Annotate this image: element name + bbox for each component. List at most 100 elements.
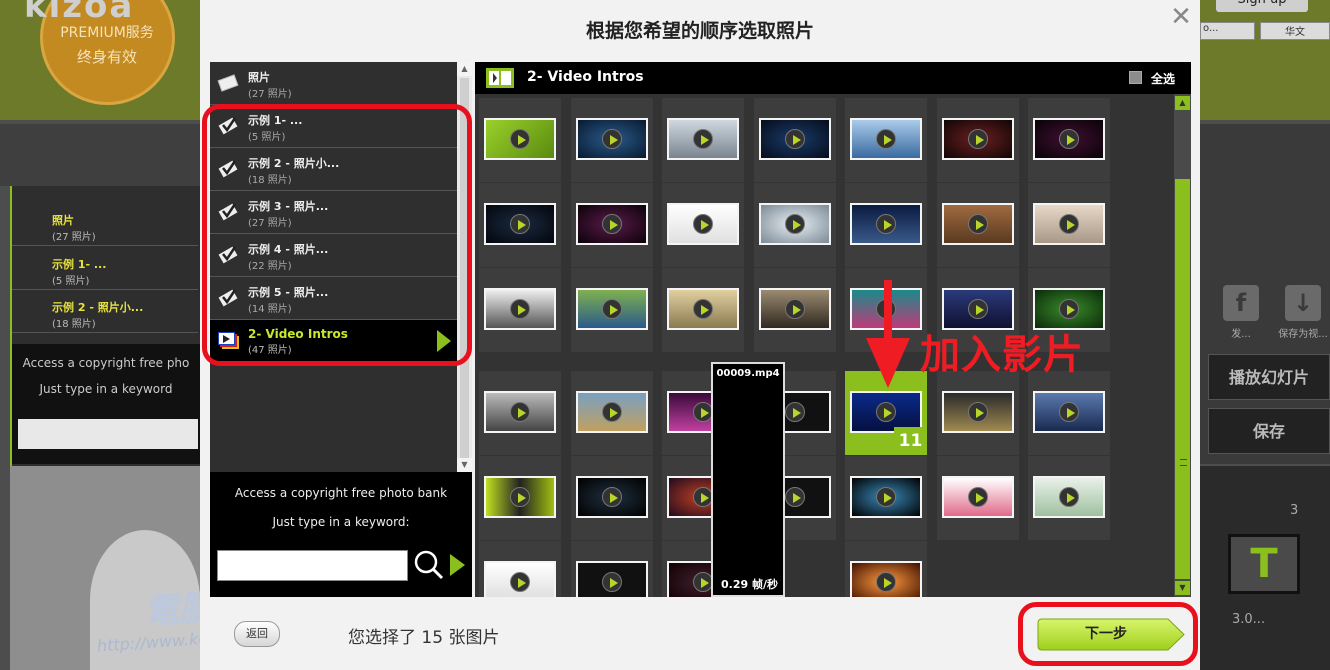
timeline-slide-number: 3 <box>1290 503 1299 518</box>
media-thumbnail[interactable] <box>662 268 744 352</box>
scroll-grip-icon <box>1180 459 1187 466</box>
thumbnail-image <box>667 288 739 330</box>
bg-keyword-text: Just type in a keyword <box>39 382 173 396</box>
video-info-tooltip: 00009.mp4 0.29 帧/秒 <box>711 362 785 597</box>
media-thumbnail[interactable] <box>845 98 927 182</box>
thumbnail-image <box>758 288 831 330</box>
media-thumbnail[interactable] <box>936 98 1019 182</box>
thumbnail-image <box>484 118 556 160</box>
media-thumbnail[interactable] <box>570 183 653 267</box>
play-icon <box>784 299 805 319</box>
bg-album-item[interactable]: 照片 (27 照片) <box>12 206 198 246</box>
play-icon <box>784 487 805 507</box>
annotation-box-next <box>1018 602 1198 666</box>
album-count: (27 照片) <box>248 89 292 100</box>
save-video-button[interactable]: ↓ 保存为视... <box>1278 285 1328 340</box>
media-thumbnail[interactable] <box>753 183 836 267</box>
keyword-input[interactable] <box>217 550 408 581</box>
bg-album-item[interactable]: 示例 2 - 照片小... (18 照片) <box>12 293 198 333</box>
play-icon <box>1059 129 1079 149</box>
media-thumbnail[interactable] <box>936 371 1019 455</box>
media-thumbnail[interactable] <box>936 456 1019 540</box>
search-go-icon[interactable] <box>450 554 465 576</box>
font-family-select[interactable]: 华文 <box>1260 22 1330 40</box>
search-icon[interactable] <box>413 549 445 581</box>
annotation-box-albums <box>202 104 472 366</box>
lifetime-label: 终身有效 <box>76 48 137 66</box>
play-icon <box>510 299 530 319</box>
thumbnail-image <box>575 288 648 330</box>
save-button[interactable]: 保存 <box>1208 408 1330 454</box>
thumbnail-image <box>575 476 648 518</box>
scroll-down-icon[interactable]: ▼ <box>457 458 472 472</box>
play-icon <box>601 129 622 149</box>
play-slideshow-button[interactable]: 播放幻灯片 <box>1208 354 1330 400</box>
media-thumbnail[interactable] <box>1028 98 1110 182</box>
facebook-share-button[interactable]: f 发... <box>1216 285 1266 340</box>
play-icon <box>967 129 988 149</box>
play-icon <box>784 402 805 422</box>
media-thumbnail[interactable] <box>570 456 653 540</box>
media-thumbnail[interactable] <box>570 541 653 597</box>
media-thumbnail[interactable] <box>753 268 836 352</box>
bg-photo-bank: Access a copyright free pho Just type in… <box>12 344 200 464</box>
grid-scroll-down-icon[interactable]: ▼ <box>1175 581 1190 595</box>
timeline-slide-thumb[interactable]: T <box>1228 534 1300 594</box>
media-thumbnail[interactable] <box>753 98 836 182</box>
play-icon <box>876 402 896 422</box>
media-thumbnail[interactable] <box>662 183 744 267</box>
thumbnail-image <box>484 203 556 245</box>
media-thumbnail[interactable] <box>570 98 653 182</box>
thumbnail-image <box>484 391 556 433</box>
media-thumbnail[interactable] <box>570 371 653 455</box>
media-thumbnail[interactable] <box>845 456 927 540</box>
play-icon <box>1059 487 1079 507</box>
select-all-label[interactable]: 全选 <box>1151 70 1175 87</box>
media-thumbnail[interactable] <box>845 541 927 597</box>
grid-album-title: 2- Video Intros <box>527 69 644 85</box>
text-slide-icon: T <box>1250 541 1278 587</box>
media-thumbnail[interactable] <box>1028 183 1110 267</box>
thumbnail-image <box>1033 118 1105 160</box>
facebook-icon: f <box>1223 285 1259 321</box>
thumbnail-image <box>575 203 648 245</box>
thumbnail-image <box>484 288 556 330</box>
media-thumbnail[interactable] <box>570 268 653 352</box>
media-thumbnail[interactable] <box>1028 371 1110 455</box>
signup-button[interactable]: Sign up <box>1216 0 1308 12</box>
media-thumbnail[interactable] <box>479 183 561 267</box>
album-item-photos[interactable]: 照片 (27 照片) <box>210 62 457 105</box>
media-thumbnail[interactable] <box>662 98 744 182</box>
media-thumbnail[interactable] <box>479 371 561 455</box>
play-icon <box>601 214 622 234</box>
play-icon <box>693 487 713 507</box>
selection-status: 您选择了 15 张图片 <box>348 628 500 648</box>
annotation-arrow-head <box>866 338 910 388</box>
close-icon[interactable]: ✕ <box>1168 4 1194 30</box>
thumbnail-image <box>850 561 922 597</box>
thumbnail-image <box>941 118 1014 160</box>
media-thumbnail[interactable] <box>479 456 561 540</box>
grid-scroll-up-icon[interactable]: ▲ <box>1175 96 1190 110</box>
thumbnail-image <box>758 118 831 160</box>
font-style-select[interactable]: o... <box>1200 22 1255 40</box>
bg-album-item[interactable]: 示例 1- ... (5 照片) <box>12 250 198 290</box>
grid-scrollbar[interactable]: ▲ ▼ <box>1174 94 1191 597</box>
media-thumbnail[interactable] <box>1028 456 1110 540</box>
photo-stack-icon <box>217 74 239 92</box>
media-thumbnail[interactable] <box>845 183 927 267</box>
media-thumbnail[interactable] <box>479 268 561 352</box>
media-thumbnail[interactable] <box>479 541 561 597</box>
bg-keyword-input[interactable] <box>18 419 198 449</box>
tooltip-fps: 0.29 帧/秒 <box>721 578 778 591</box>
thumbnail-image <box>575 561 648 597</box>
grid-scroll-thumb[interactable] <box>1175 179 1190 579</box>
play-icon <box>510 214 530 234</box>
play-icon <box>601 572 622 592</box>
scroll-up-icon[interactable]: ▲ <box>457 62 472 76</box>
select-all-checkbox[interactable] <box>1129 71 1142 84</box>
media-thumbnail[interactable] <box>479 98 561 182</box>
back-button[interactable]: 返回 <box>234 621 280 647</box>
media-thumbnail[interactable] <box>936 183 1019 267</box>
thumbnail-image <box>941 203 1014 245</box>
